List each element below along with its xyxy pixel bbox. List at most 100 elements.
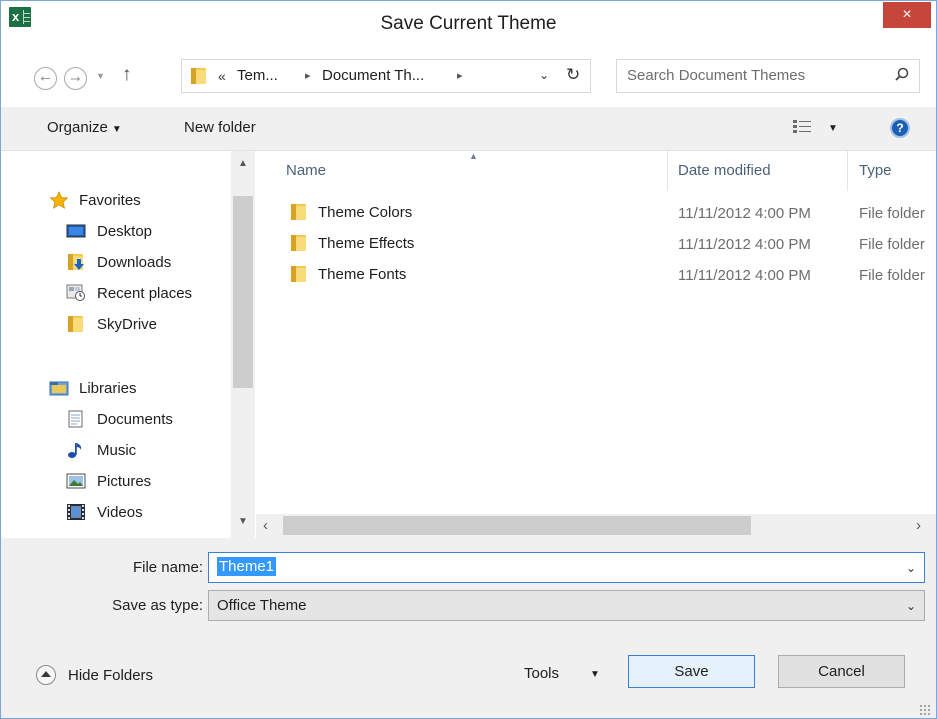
hide-folders-label: Hide Folders	[68, 666, 154, 684]
nav-item-music[interactable]: Music	[66, 438, 136, 462]
breadcrumb-separator-icon[interactable]: ▸	[457, 69, 463, 82]
search-icon[interactable]	[893, 66, 911, 84]
cancel-button[interactable]: Cancel	[778, 655, 905, 688]
tools-button[interactable]: Tools	[524, 665, 559, 682]
address-bar[interactable]: « Tem... ▸ Document Th... ▸ ⌄ ↻	[181, 59, 591, 93]
scroll-right-icon[interactable]: ›	[916, 517, 921, 534]
nav-item-label: SkyDrive	[97, 315, 158, 333]
folder-icon	[289, 265, 309, 283]
nav-item-videos[interactable]: Videos	[66, 500, 143, 524]
column-header-date-modified[interactable]: Date modified	[678, 162, 771, 179]
file-date: 11/11/2012 4:00 PM	[678, 205, 811, 222]
nav-favorites-label: Favorites	[79, 191, 141, 209]
downloads-icon	[66, 253, 86, 271]
resize-grip-icon[interactable]	[919, 704, 931, 716]
navigation-bar: ⭠ ⭢ ▼ ↑ « Tem... ▸ Document Th... ▸ ⌄ ↻ …	[1, 45, 936, 107]
new-folder-button[interactable]: New folder	[184, 119, 256, 136]
scroll-down-icon[interactable]: ▼	[238, 516, 248, 527]
title-bar[interactable]: x Save Current Theme ×	[1, 1, 936, 45]
file-date: 11/11/2012 4:00 PM	[678, 267, 811, 284]
nav-item-documents[interactable]: Documents	[66, 407, 173, 431]
nav-item-label: Recent places	[97, 284, 193, 302]
file-type: File folder	[859, 205, 925, 222]
save-button[interactable]: Save	[628, 655, 755, 688]
save-as-type-value: Office Theme	[217, 597, 307, 614]
breadcrumb-document-themes[interactable]: Document Th...	[322, 67, 424, 84]
view-dropdown-icon[interactable]: ▼	[828, 123, 838, 134]
save-as-type-select[interactable]: Office Theme ⌄	[208, 590, 925, 621]
file-name-cell: Theme Fonts	[289, 265, 406, 283]
organize-caret-icon: ▼	[111, 124, 122, 135]
navigation-pane: Favorites Desktop Downloads Recent place…	[1, 151, 256, 538]
save-dialog-window: x Save Current Theme × ⭠ ⭢ ▼ ↑ « Tem... …	[0, 0, 937, 719]
organize-button[interactable]: Organize ▼	[47, 119, 122, 136]
hide-folders-button[interactable]: Hide Folders	[36, 665, 153, 685]
scroll-left-icon[interactable]: ‹	[263, 517, 268, 534]
tools-dropdown-icon[interactable]: ▼	[590, 669, 600, 680]
folder-icon	[289, 234, 309, 252]
nav-favorites[interactable]: Favorites	[49, 188, 141, 212]
search-input[interactable]: Search Document Themes	[616, 59, 920, 93]
file-name-cell: Theme Effects	[289, 234, 414, 252]
file-row[interactable]: Theme Colors 11/11/2012 4:00 PM File fol…	[256, 200, 936, 230]
file-name: Theme Fonts	[318, 265, 407, 283]
file-name-input[interactable]: Theme1 ⌄	[208, 552, 925, 583]
nav-item-skydrive[interactable]: SkyDrive	[66, 312, 157, 336]
nav-item-label: Documents	[97, 410, 173, 428]
help-icon[interactable]: ?	[890, 118, 910, 138]
recent-places-icon	[66, 284, 85, 301]
scrollbar-thumb[interactable]	[233, 196, 253, 388]
file-name-dropdown-icon[interactable]: ⌄	[906, 561, 916, 575]
nav-libraries-label: Libraries	[79, 379, 137, 397]
nav-item-pictures[interactable]: Pictures	[66, 469, 151, 493]
nav-item-label: Downloads	[97, 253, 172, 271]
column-divider[interactable]	[847, 151, 848, 191]
file-name-cell: Theme Colors	[289, 203, 412, 221]
nav-item-label: Music	[97, 441, 137, 459]
nav-pane-scrollbar[interactable]: ▲ ▼	[231, 151, 255, 538]
forward-button[interactable]: ⭢	[64, 67, 87, 90]
column-header-type[interactable]: Type	[859, 162, 892, 179]
organize-label: Organize	[47, 119, 108, 136]
libraries-icon	[49, 381, 69, 396]
file-name-value: Theme1	[217, 557, 277, 576]
file-row[interactable]: Theme Effects 11/11/2012 4:00 PM File fo…	[256, 231, 936, 261]
file-list-horizontal-scrollbar[interactable]: ‹ ›	[256, 514, 936, 538]
videos-icon	[67, 504, 85, 520]
up-arrow-icon: ↑	[122, 64, 132, 85]
back-arrow-icon: ⭠	[40, 70, 51, 85]
file-name: Theme Colors	[318, 203, 413, 221]
save-as-type-label: Save as type:	[112, 597, 203, 614]
change-view-icon[interactable]	[792, 119, 816, 137]
nav-item-downloads[interactable]: Downloads	[66, 250, 171, 274]
breadcrumb-separator-icon[interactable]: ▸	[305, 69, 311, 82]
forward-arrow-icon: ⭢	[70, 70, 81, 85]
close-button[interactable]: ×	[883, 2, 931, 28]
refresh-icon[interactable]: ↻	[566, 65, 580, 85]
file-row[interactable]: Theme Fonts 11/11/2012 4:00 PM File fold…	[256, 262, 936, 292]
scrollbar-thumb[interactable]	[283, 516, 751, 535]
breadcrumb-templates[interactable]: Tem...	[237, 67, 278, 84]
skydrive-icon	[66, 315, 86, 333]
recent-locations-dropdown[interactable]: ▼	[96, 71, 105, 81]
nav-item-label: Desktop	[97, 222, 153, 240]
address-dropdown-icon[interactable]: ⌄	[539, 68, 549, 82]
window-title: Save Current Theme	[380, 13, 557, 34]
save-as-type-dropdown-icon[interactable]: ⌄	[906, 599, 916, 613]
collapse-up-icon	[36, 665, 56, 685]
file-date: 11/11/2012 4:00 PM	[678, 236, 811, 253]
file-list: ▲ Name Date modified Type Theme Colors 1…	[256, 151, 936, 538]
nav-item-recent-places[interactable]: Recent places	[66, 281, 192, 305]
file-type: File folder	[859, 267, 925, 284]
column-header-name[interactable]: Name	[286, 162, 326, 179]
close-icon: ×	[902, 6, 912, 23]
nav-libraries[interactable]: Libraries	[49, 376, 137, 400]
up-one-level-button[interactable]: ↑	[122, 64, 132, 86]
command-toolbar: Organize ▼ New folder ▼ ?	[1, 107, 936, 151]
scroll-up-icon[interactable]: ▲	[238, 158, 248, 169]
back-button[interactable]: ⭠	[34, 67, 57, 90]
address-overflow-button[interactable]: «	[218, 68, 226, 84]
file-name-label: File name:	[132, 559, 203, 576]
column-divider[interactable]	[667, 151, 668, 191]
nav-item-desktop[interactable]: Desktop	[66, 219, 152, 243]
